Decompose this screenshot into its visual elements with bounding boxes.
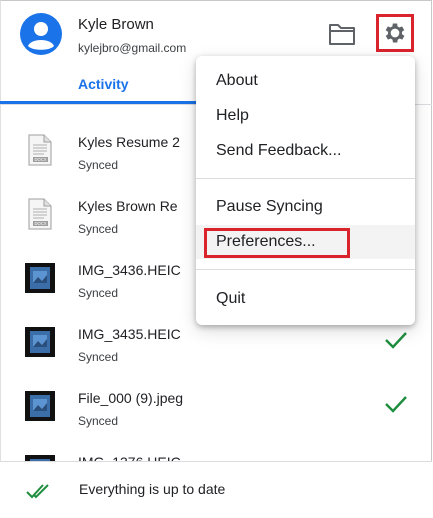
tab-activity[interactable]: Activity bbox=[78, 76, 129, 92]
menu-item-about[interactable]: About bbox=[196, 64, 415, 98]
status-footer: Everything is up to date bbox=[0, 461, 432, 518]
sync-status-text: Everything is up to date bbox=[79, 481, 226, 497]
list-item[interactable]: File_000 (9).jpeg Synced bbox=[0, 382, 432, 446]
user-name: Kyle Brown bbox=[78, 16, 154, 33]
folder-icon bbox=[329, 24, 355, 45]
menu-divider bbox=[196, 269, 415, 270]
menu-item-label: About bbox=[216, 72, 258, 89]
image-file-icon bbox=[25, 327, 55, 357]
settings-button[interactable] bbox=[376, 14, 414, 52]
file-status: Synced bbox=[78, 158, 119, 172]
menu-item-send-feedback[interactable]: Send Feedback... bbox=[196, 134, 415, 168]
file-name: IMG_3436.HEIC bbox=[78, 262, 181, 278]
file-name: Kyles Brown Re bbox=[78, 198, 178, 214]
docx-file-icon: DOCX bbox=[28, 198, 52, 230]
checkmark-icon bbox=[385, 396, 407, 413]
checkmark-icon bbox=[385, 332, 407, 349]
file-name: Kyles Resume 2 bbox=[78, 134, 180, 150]
menu-item-label: Quit bbox=[216, 290, 246, 307]
svg-text:DOCX: DOCX bbox=[34, 157, 46, 162]
file-status: Synced bbox=[78, 222, 119, 236]
file-status: Synced bbox=[78, 286, 119, 300]
menu-item-pause-syncing[interactable]: Pause Syncing bbox=[196, 190, 415, 224]
svg-text:DOCX: DOCX bbox=[34, 221, 46, 226]
account-circle-icon bbox=[20, 13, 62, 55]
menu-item-label: Send Feedback... bbox=[216, 142, 342, 159]
file-status: Synced bbox=[78, 350, 119, 364]
double-check-icon bbox=[26, 484, 49, 499]
image-file-icon bbox=[25, 391, 55, 421]
menu-item-label: Pause Syncing bbox=[216, 198, 323, 215]
file-name: File_000 (9).jpeg bbox=[78, 390, 184, 406]
preferences-highlight-box bbox=[204, 228, 350, 258]
user-email: kylejbro@gmail.com bbox=[78, 41, 187, 55]
menu-item-help[interactable]: Help bbox=[196, 99, 415, 133]
file-name: IMG_3435.HEIC bbox=[78, 326, 181, 342]
menu-item-quit[interactable]: Quit bbox=[196, 282, 415, 316]
image-file-icon bbox=[25, 263, 55, 293]
menu-divider bbox=[196, 178, 415, 179]
list-item[interactable]: IMG_3435.HEIC Synced bbox=[0, 318, 432, 382]
file-status: Synced bbox=[78, 414, 119, 428]
settings-menu: About Help Send Feedback... Pause Syncin… bbox=[196, 56, 415, 325]
open-folder-button[interactable] bbox=[328, 22, 356, 46]
menu-item-label: Help bbox=[216, 107, 249, 124]
docx-file-icon: DOCX bbox=[28, 134, 52, 166]
gear-icon bbox=[385, 23, 405, 43]
avatar[interactable] bbox=[20, 13, 62, 55]
